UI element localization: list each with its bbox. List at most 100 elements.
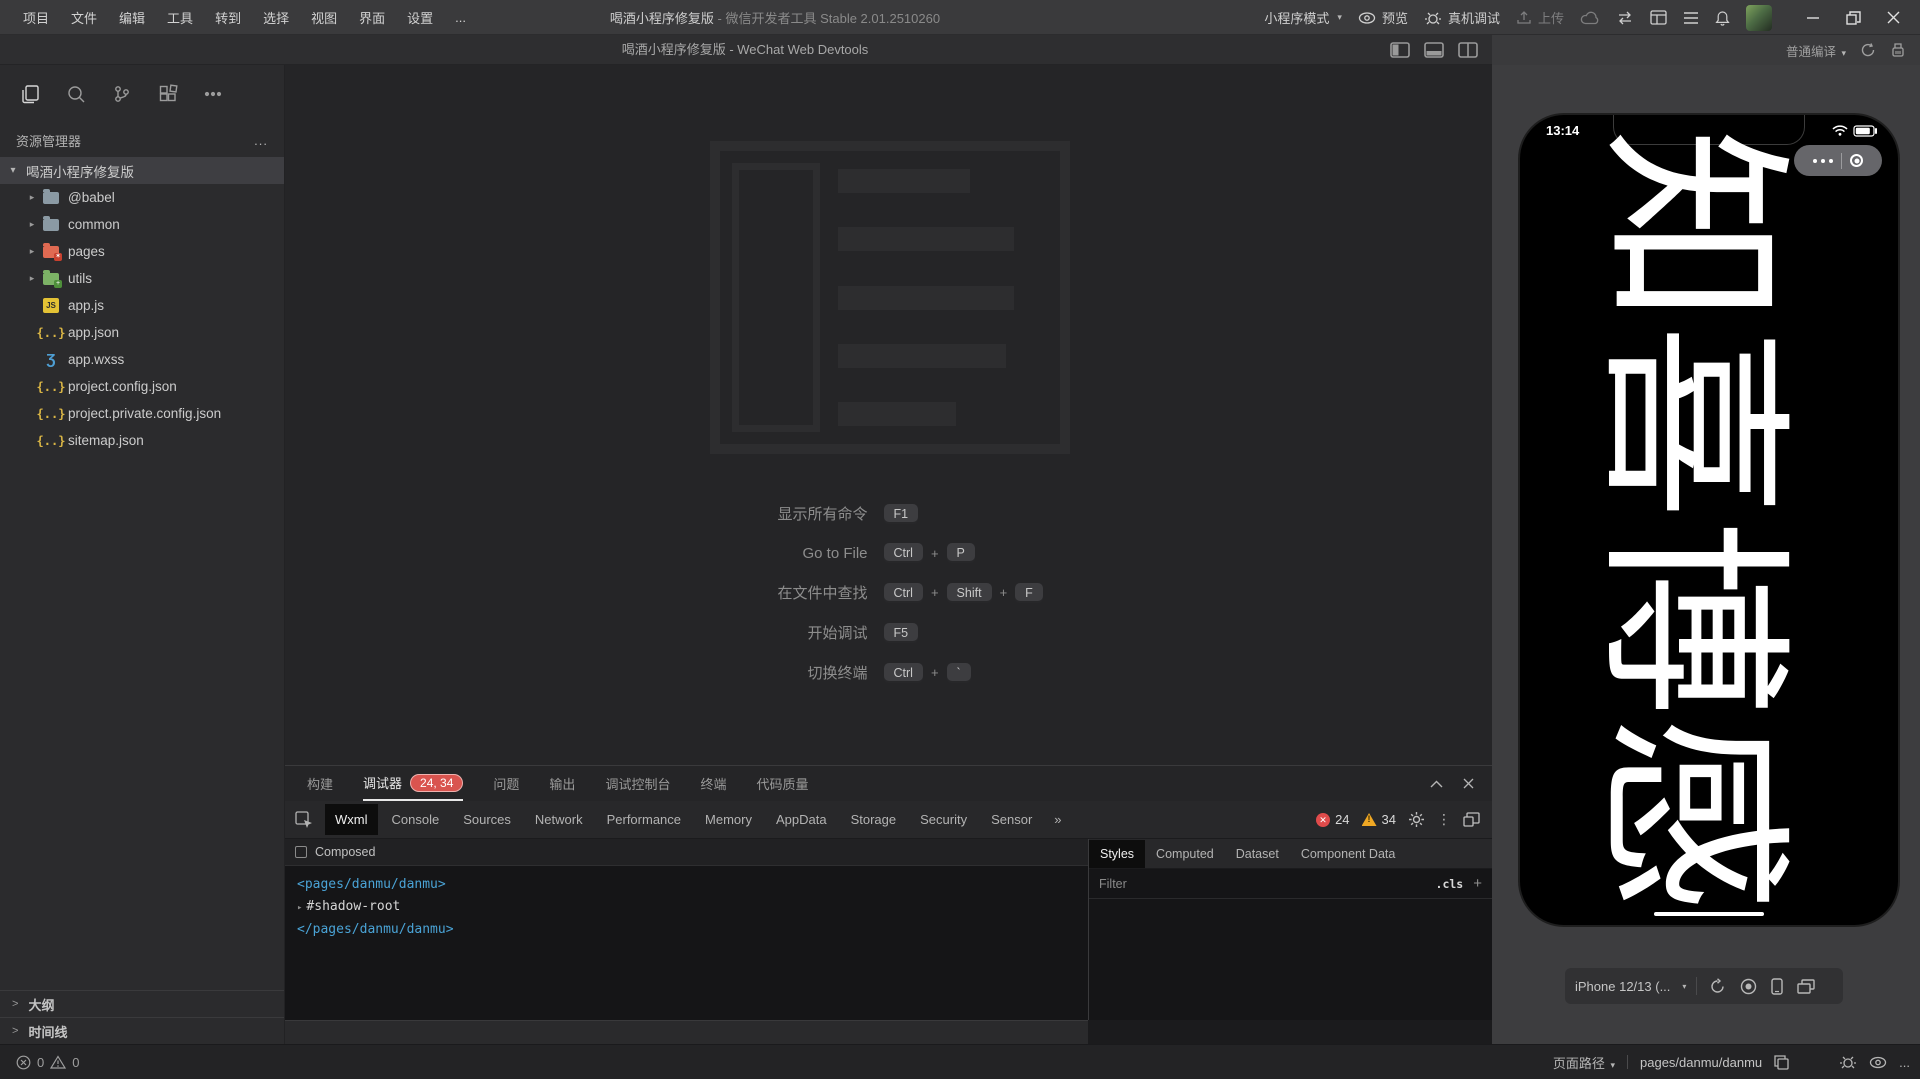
mode-selector[interactable]: 小程序模式 ▾ (1264, 8, 1342, 27)
console-warning-count[interactable]: 34 (1362, 812, 1396, 827)
problems-summary[interactable]: 0 0 (0, 1055, 79, 1070)
copy-icon[interactable] (1774, 1055, 1789, 1070)
styles-filter-input[interactable]: Filter (1099, 877, 1426, 891)
menu-settings[interactable]: 设置 (398, 4, 442, 31)
stop-icon[interactable] (1740, 978, 1757, 995)
tree-item-appjson[interactable]: {..} app.json (0, 319, 284, 346)
tab-component-data[interactable]: Component Data (1290, 840, 1407, 868)
toggle-class-button[interactable]: .cls (1436, 877, 1464, 891)
more-views-icon[interactable] (204, 91, 222, 97)
devtools-tab-security[interactable]: Security (910, 804, 977, 835)
devtools-tab-sensor[interactable]: Sensor (981, 804, 1042, 835)
menu-edit[interactable]: 编辑 (110, 4, 154, 31)
remote-debug-button[interactable]: 真机调试 (1424, 8, 1500, 27)
tab-terminal[interactable]: 终端 (700, 766, 726, 801)
tab-computed[interactable]: Computed (1145, 840, 1225, 868)
menu-goto[interactable]: 转到 (206, 4, 250, 31)
page-path-selector[interactable]: 页面路径 ▾ (1553, 1053, 1615, 1072)
separate-window-icon[interactable] (1797, 979, 1815, 994)
horizontal-scrollbar-track[interactable] (285, 1020, 1088, 1044)
tree-item-utils[interactable]: ▸ + utils (0, 265, 284, 292)
extensions-icon[interactable] (158, 84, 178, 104)
menu-overflow[interactable]: ... (446, 6, 475, 29)
menu-tools[interactable]: 工具 (158, 4, 202, 31)
tab-debugger[interactable]: 调试器 24, 34 (363, 766, 463, 801)
tab-output[interactable]: 输出 (549, 766, 575, 801)
tree-root[interactable]: ▾ 喝酒小程序修复版 (0, 157, 284, 184)
devtools-tab-wxml[interactable]: Wxml (325, 804, 378, 835)
menu-project[interactable]: 项目 (14, 4, 58, 31)
bell-icon[interactable] (1715, 10, 1730, 26)
debug-icon[interactable] (1839, 1054, 1857, 1070)
keycap: Ctrl (884, 583, 923, 603)
close-panel-icon[interactable] (1463, 778, 1474, 789)
tab-styles[interactable]: Styles (1089, 840, 1145, 868)
source-control-icon[interactable] (112, 84, 132, 104)
devtools-tab-performance[interactable]: Performance (597, 804, 691, 835)
clear-cache-icon[interactable] (1890, 42, 1906, 58)
devtools-tab-appdata[interactable]: AppData (766, 804, 837, 835)
explorer-more-icon[interactable]: ... (254, 133, 268, 148)
new-style-rule-button[interactable]: + (1473, 875, 1482, 892)
gear-icon[interactable] (1408, 811, 1425, 828)
search-icon[interactable] (66, 84, 86, 104)
more-tabs-icon[interactable]: » (1046, 812, 1069, 827)
devtools-tab-storage[interactable]: Storage (841, 804, 907, 835)
user-avatar[interactable] (1746, 5, 1772, 31)
toggle-split-panel-icon[interactable] (1458, 42, 1478, 58)
tree-item-appwxss[interactable]: Ʒ app.wxss (0, 346, 284, 373)
tree-item-common[interactable]: ▸ common (0, 211, 284, 238)
toggle-bottom-panel-icon[interactable] (1424, 42, 1444, 58)
rotate-device-icon[interactable] (1709, 978, 1726, 995)
close-button[interactable] (1876, 3, 1910, 33)
device-selector[interactable]: iPhone 12/13 (... (1575, 979, 1670, 994)
sync-arrows-icon[interactable] (1616, 11, 1634, 25)
device-frame-icon[interactable] (1771, 978, 1783, 995)
compile-mode-selector[interactable]: 普通编译 ▾ (1786, 41, 1846, 60)
outline-section[interactable]: > 大纲 (0, 990, 284, 1017)
composed-checkbox[interactable] (295, 846, 307, 858)
refresh-icon[interactable] (1860, 42, 1876, 58)
upload-button[interactable]: 上传 (1516, 8, 1564, 27)
devtools-tab-network[interactable]: Network (525, 804, 593, 835)
collapse-panel-icon[interactable] (1430, 778, 1443, 789)
inspect-element-icon[interactable] (295, 811, 313, 829)
minimize-button[interactable] (1796, 3, 1830, 33)
menu-select[interactable]: 选择 (254, 4, 298, 31)
tree-item-sitemap[interactable]: {..} sitemap.json (0, 427, 284, 454)
dom-shadow-root[interactable]: ▸#shadow-root (297, 896, 1088, 919)
kebab-menu-icon[interactable]: ⋮ (1437, 811, 1451, 828)
eye-icon[interactable] (1869, 1056, 1887, 1069)
tab-code-quality[interactable]: 代码质量 (756, 766, 808, 801)
tree-item-pages[interactable]: ▸ ✶ pages (0, 238, 284, 265)
dom-close-tag[interactable]: </pages/danmu/danmu> (297, 919, 1088, 941)
explorer-icon[interactable] (20, 84, 40, 104)
devtools-tab-memory[interactable]: Memory (695, 804, 762, 835)
cloud-icon[interactable] (1580, 11, 1600, 25)
menu-view[interactable]: 视图 (302, 4, 346, 31)
dock-side-icon[interactable] (1463, 812, 1480, 827)
devtools-tab-sources[interactable]: Sources (453, 804, 521, 835)
tree-item-projectprivateconfig[interactable]: {..} project.private.config.json (0, 400, 284, 427)
tab-debug-console[interactable]: 调试控制台 (605, 766, 670, 801)
tree-item-projectconfig[interactable]: {..} project.config.json (0, 373, 284, 400)
dom-open-tag[interactable]: <pages/danmu/danmu> (297, 874, 1088, 896)
menu-file[interactable]: 文件 (62, 4, 106, 31)
timeline-section[interactable]: > 时间线 (0, 1017, 284, 1044)
tree-item-appjs[interactable]: JS app.js (0, 292, 284, 319)
layout-icon[interactable] (1650, 10, 1667, 25)
hamburger-menu-icon[interactable] (1683, 12, 1699, 24)
tab-problems[interactable]: 问题 (493, 766, 519, 801)
toggle-left-panel-icon[interactable] (1390, 42, 1410, 58)
tree-item-babel[interactable]: ▸ @babel (0, 184, 284, 211)
menu-interface[interactable]: 界面 (350, 4, 394, 31)
maximize-button[interactable] (1836, 3, 1870, 33)
console-error-count[interactable]: ✕ 24 (1316, 812, 1349, 827)
tab-build[interactable]: 构建 (307, 766, 333, 801)
devtools-tab-console[interactable]: Console (382, 804, 450, 835)
phone-simulator[interactable]: 13:14 知喜博感 (1520, 115, 1898, 925)
tab-dataset[interactable]: Dataset (1225, 840, 1290, 868)
capsule-close-icon[interactable] (1850, 154, 1863, 167)
preview-button[interactable]: 预览 (1358, 8, 1408, 27)
more-actions-icon[interactable]: ... (1899, 1055, 1910, 1070)
